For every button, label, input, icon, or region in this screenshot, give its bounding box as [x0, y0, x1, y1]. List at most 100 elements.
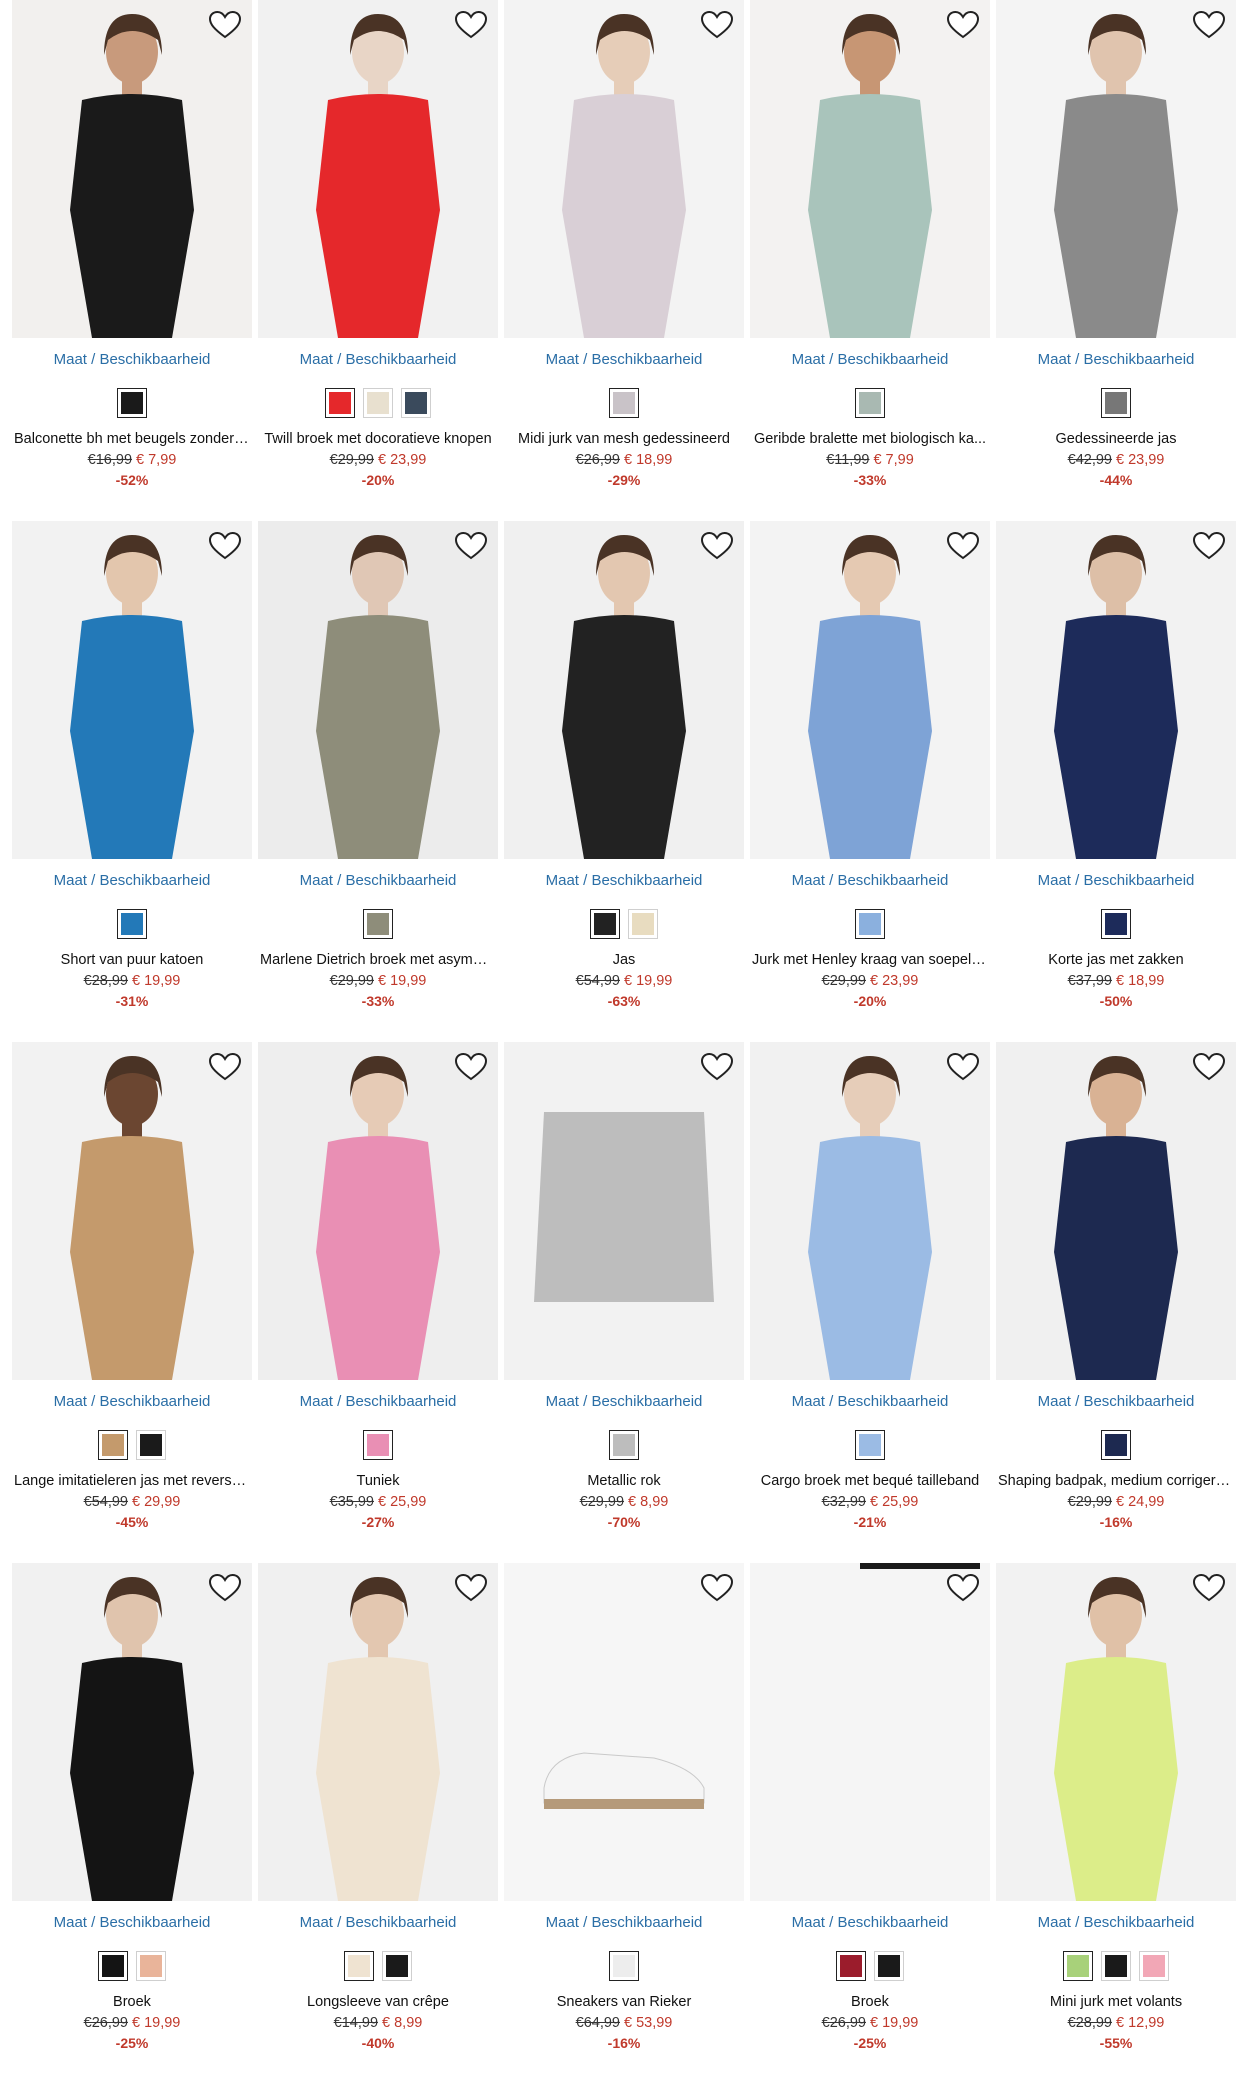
product-title[interactable]: Marlene Dietrich broek met asymm... — [258, 952, 498, 970]
color-swatch[interactable] — [590, 909, 620, 939]
color-swatch[interactable] — [136, 1951, 166, 1981]
color-swatch[interactable] — [344, 1951, 374, 1981]
product-image[interactable] — [750, 1042, 990, 1380]
wishlist-heart-icon[interactable] — [454, 1573, 488, 1603]
wishlist-heart-icon[interactable] — [700, 531, 734, 561]
size-availability-link[interactable]: Maat / Beschikbaarheid — [504, 1393, 744, 1411]
size-availability-link[interactable]: Maat / Beschikbaarheid — [750, 351, 990, 369]
wishlist-heart-icon[interactable] — [946, 531, 980, 561]
product-card[interactable]: Maat / Beschikbaarheid Cargo broek met b… — [750, 1042, 990, 1563]
color-swatch[interactable] — [855, 388, 885, 418]
product-image[interactable] — [996, 521, 1236, 859]
product-title[interactable]: Tuniek — [258, 1473, 498, 1491]
size-availability-link[interactable]: Maat / Beschikbaarheid — [504, 351, 744, 369]
product-image[interactable] — [504, 521, 744, 859]
product-image[interactable] — [504, 1563, 744, 1901]
product-image[interactable] — [750, 521, 990, 859]
color-swatch[interactable] — [363, 909, 393, 939]
product-card[interactable]: Maat / Beschikbaarheid Broek €26,99 € 19,… — [12, 1563, 252, 2084]
wishlist-heart-icon[interactable] — [454, 10, 488, 40]
color-swatch[interactable] — [382, 1951, 412, 1981]
size-availability-link[interactable]: Maat / Beschikbaarheid — [750, 1914, 990, 1932]
wishlist-heart-icon[interactable] — [1192, 1573, 1226, 1603]
size-availability-link[interactable]: Maat / Beschikbaarheid — [996, 872, 1236, 890]
wishlist-heart-icon[interactable] — [1192, 531, 1226, 561]
wishlist-heart-icon[interactable] — [700, 1573, 734, 1603]
product-title[interactable]: Jas — [504, 952, 744, 970]
wishlist-heart-icon[interactable] — [454, 1052, 488, 1082]
size-availability-link[interactable]: Maat / Beschikbaarheid — [258, 351, 498, 369]
color-swatch[interactable] — [874, 1951, 904, 1981]
color-swatch[interactable] — [98, 1951, 128, 1981]
product-title[interactable]: Lange imitatieleren jas met revers, ... — [12, 1473, 252, 1491]
product-title[interactable]: Geribde bralette met biologisch ka... — [750, 431, 990, 449]
product-title[interactable]: Metallic rok — [504, 1473, 744, 1491]
color-swatch[interactable] — [98, 1430, 128, 1460]
color-swatch[interactable] — [1139, 1951, 1169, 1981]
size-availability-link[interactable]: Maat / Beschikbaarheid — [750, 1393, 990, 1411]
color-swatch[interactable] — [363, 1430, 393, 1460]
color-swatch[interactable] — [325, 388, 355, 418]
product-card[interactable]: Maat / Beschikbaarheid Mini jurk met vol… — [996, 1563, 1236, 2084]
product-title[interactable]: Broek — [750, 1994, 990, 2012]
product-card[interactable]: Maat / Beschikbaarheid Jas €54,99 € 19,99… — [504, 521, 744, 1042]
product-card[interactable]: Maat / Beschikbaarheid Geribde bralette … — [750, 0, 990, 521]
color-swatch[interactable] — [117, 388, 147, 418]
product-card[interactable]: Maat / Beschikbaarheid Lange imitatieler… — [12, 1042, 252, 1563]
product-card[interactable]: Maat / Beschikbaarheid Marlene Dietrich … — [258, 521, 498, 1042]
size-availability-link[interactable]: Maat / Beschikbaarheid — [996, 351, 1236, 369]
color-swatch[interactable] — [609, 1951, 639, 1981]
product-title[interactable]: Jurk met Henley kraag van soepele ... — [750, 952, 990, 970]
product-card[interactable]: Maat / Beschikbaarheid Longsleeve van cr… — [258, 1563, 498, 2084]
product-title[interactable]: Midi jurk van mesh gedessineerd — [504, 431, 744, 449]
product-image[interactable] — [504, 1042, 744, 1380]
color-swatch[interactable] — [1101, 909, 1131, 939]
product-card[interactable]: Maat / Beschikbaarheid Short van puur ka… — [12, 521, 252, 1042]
product-title[interactable]: Short van puur katoen — [12, 952, 252, 970]
product-image[interactable] — [258, 0, 498, 338]
wishlist-heart-icon[interactable] — [1192, 1052, 1226, 1082]
product-image[interactable] — [12, 521, 252, 859]
product-card[interactable]: Maat / Beschikbaarheid Twill broek met d… — [258, 0, 498, 521]
product-card[interactable]: Maat / Beschikbaarheid Metallic rok €29,… — [504, 1042, 744, 1563]
product-title[interactable]: Korte jas met zakken — [996, 952, 1236, 970]
wishlist-heart-icon[interactable] — [946, 1573, 980, 1603]
product-image[interactable] — [996, 1563, 1236, 1901]
color-swatch[interactable] — [609, 388, 639, 418]
product-image[interactable] — [12, 1563, 252, 1901]
product-title[interactable]: Longsleeve van crêpe — [258, 1994, 498, 2012]
product-title[interactable]: Cargo broek met bequé tailleband — [750, 1473, 990, 1491]
color-swatch[interactable] — [836, 1951, 866, 1981]
product-card[interactable]: Maat / Beschikbaarheid Korte jas met zak… — [996, 521, 1236, 1042]
product-image[interactable] — [504, 0, 744, 338]
color-swatch[interactable] — [117, 909, 147, 939]
product-image[interactable] — [996, 0, 1236, 338]
product-title[interactable]: Gedessineerde jas — [996, 431, 1236, 449]
product-image[interactable] — [996, 1042, 1236, 1380]
product-image[interactable] — [258, 1042, 498, 1380]
product-card[interactable]: Maat / Beschikbaarheid Broek €26,99 € 19,… — [750, 1563, 990, 2084]
wishlist-heart-icon[interactable] — [454, 531, 488, 561]
product-image[interactable] — [750, 1563, 990, 1901]
color-swatch[interactable] — [136, 1430, 166, 1460]
color-swatch[interactable] — [1101, 1430, 1131, 1460]
product-title[interactable]: Twill broek met docoratieve knopen — [258, 431, 498, 449]
size-availability-link[interactable]: Maat / Beschikbaarheid — [12, 1914, 252, 1932]
product-card[interactable]: Maat / Beschikbaarheid Sneakers van Riek… — [504, 1563, 744, 2084]
color-swatch[interactable] — [855, 909, 885, 939]
color-swatch[interactable] — [855, 1430, 885, 1460]
product-card[interactable]: Maat / Beschikbaarheid Jurk met Henley k… — [750, 521, 990, 1042]
color-swatch[interactable] — [628, 909, 658, 939]
size-availability-link[interactable]: Maat / Beschikbaarheid — [504, 1914, 744, 1932]
product-image[interactable] — [258, 1563, 498, 1901]
size-availability-link[interactable]: Maat / Beschikbaarheid — [12, 351, 252, 369]
size-availability-link[interactable]: Maat / Beschikbaarheid — [12, 872, 252, 890]
size-availability-link[interactable]: Maat / Beschikbaarheid — [258, 872, 498, 890]
size-availability-link[interactable]: Maat / Beschikbaarheid — [258, 1914, 498, 1932]
size-availability-link[interactable]: Maat / Beschikbaarheid — [996, 1393, 1236, 1411]
wishlist-heart-icon[interactable] — [1192, 10, 1226, 40]
color-swatch[interactable] — [609, 1430, 639, 1460]
wishlist-heart-icon[interactable] — [946, 1052, 980, 1082]
color-swatch[interactable] — [1101, 388, 1131, 418]
wishlist-heart-icon[interactable] — [946, 10, 980, 40]
